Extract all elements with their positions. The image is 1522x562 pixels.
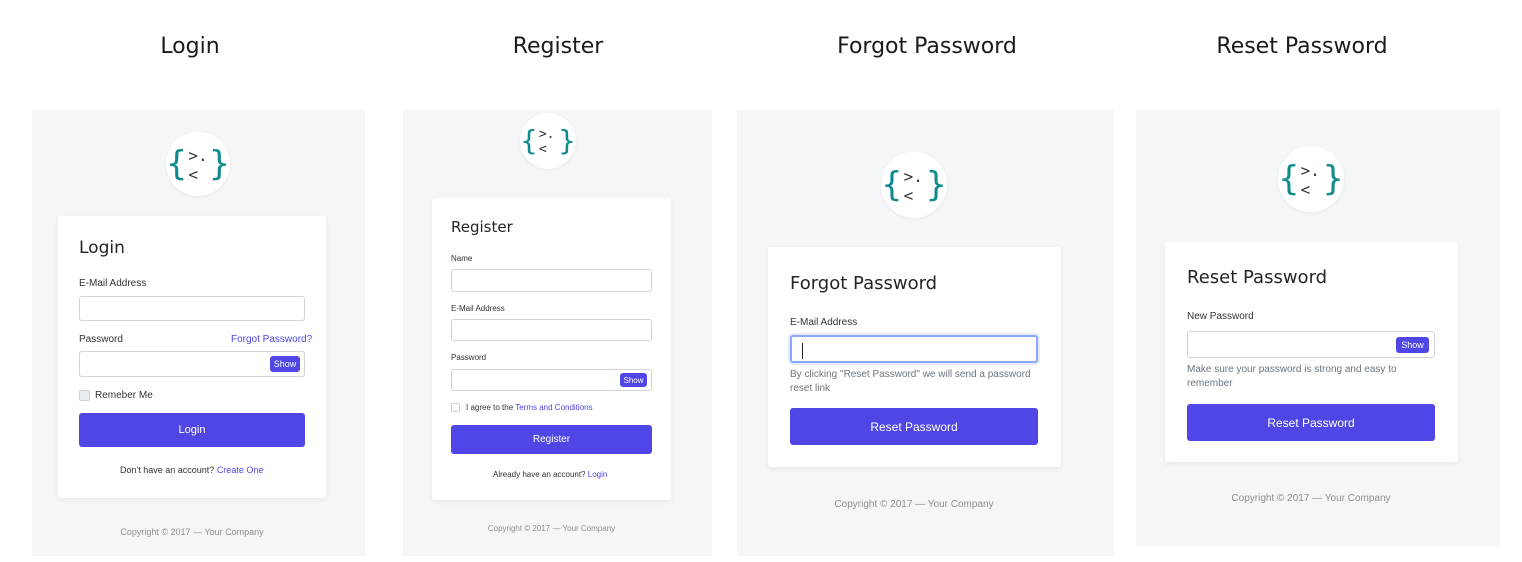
have-account-line: Already have an account? Login — [493, 470, 607, 479]
reset-help-line-1: Make sure your password is strong and ea… — [1187, 364, 1397, 375]
password-label: Password — [451, 353, 487, 362]
no-account-text: Don't have an account? — [120, 465, 215, 475]
brand-logo: {>.<} — [166, 132, 230, 196]
have-account-text: Already have an account? — [493, 470, 586, 479]
brace-right-icon: } — [558, 124, 576, 157]
brace-right-icon: } — [925, 165, 947, 205]
register-button[interactable]: Register — [451, 425, 652, 454]
show-password-button[interactable]: Show — [1396, 337, 1429, 353]
new-password-label: New Password — [1187, 311, 1254, 322]
heading-forgot-password: Forgot Password — [837, 34, 1017, 59]
email-input[interactable] — [79, 296, 305, 321]
forgot-help-text: By clicking "Reset Password" we will sen… — [790, 368, 1031, 396]
forgot-help-line-2: reset link — [790, 383, 831, 394]
create-one-link[interactable]: Create One — [217, 465, 264, 475]
brand-logo: {>.<} — [881, 152, 947, 218]
forgot-footer: Copyright © 2017 — Your Company — [834, 499, 994, 510]
password-input[interactable]: Show — [451, 369, 652, 391]
heading-login: Login — [160, 34, 220, 59]
show-password-button[interactable]: Show — [620, 373, 647, 387]
login-panel: {>.<} Login E-Mail Address Password Forg… — [32, 110, 365, 556]
forgot-panel: {>.<} Forgot Password E-Mail Address By … — [737, 110, 1114, 556]
reset-card: Reset Password New Password Show Make su… — [1165, 242, 1458, 462]
reset-card-title: Reset Password — [1187, 267, 1328, 288]
terms-link[interactable]: Terms and Conditions — [515, 403, 592, 412]
agree-terms-line: I agree to the Terms and Conditions — [466, 403, 593, 412]
heading-register: Register — [512, 34, 604, 59]
email-input[interactable] — [790, 335, 1038, 363]
brace-left-icon: { — [520, 124, 538, 157]
login-button[interactable]: Login — [79, 413, 305, 447]
text-caret — [802, 343, 803, 359]
remember-me-label: Remeber Me — [95, 390, 153, 401]
email-label: E-Mail Address — [790, 317, 858, 328]
login-link[interactable]: Login — [588, 470, 608, 479]
brand-logo: {>.<} — [520, 113, 576, 169]
face-icon: >.< — [1300, 161, 1320, 199]
remember-me-checkbox[interactable] — [79, 390, 90, 401]
register-footer: Copyright © 2017 — Your Company — [487, 524, 616, 533]
name-label: Name — [451, 254, 473, 263]
brand-logo: {>.<} — [1278, 146, 1344, 212]
reset-password-button[interactable]: Reset Password — [1187, 404, 1435, 441]
brace-left-icon: { — [881, 165, 903, 205]
forgot-help-line-1: By clicking "Reset Password" we will sen… — [790, 369, 1031, 380]
reset-footer: Copyright © 2017 — Your Company — [1231, 493, 1391, 504]
register-panel: {>.<} Register Name E-Mail Address Passw… — [403, 110, 712, 556]
brace-left-icon: { — [1278, 159, 1300, 199]
register-card: Register Name E-Mail Address Password Sh… — [432, 198, 671, 500]
password-input[interactable]: Show — [79, 351, 305, 377]
forgot-card-title: Forgot Password — [790, 273, 938, 294]
brace-right-icon: } — [208, 144, 231, 184]
login-footer: Copyright © 2017 — Your Company — [120, 527, 264, 537]
email-label: E-Mail Address — [451, 304, 505, 313]
face-icon: >.< — [538, 127, 555, 157]
password-label: Password — [79, 334, 123, 345]
email-label: E-Mail Address — [79, 278, 147, 289]
login-card: Login E-Mail Address Password Forgot Pas… — [58, 216, 326, 498]
email-input[interactable] — [451, 319, 652, 341]
face-icon: >.< — [188, 146, 208, 184]
heading-reset-password: Reset Password — [1216, 34, 1388, 59]
reset-password-button[interactable]: Reset Password — [790, 408, 1038, 445]
reset-panel: {>.<} Reset Password New Password Show M… — [1136, 110, 1500, 546]
forgot-password-link[interactable]: Forgot Password? — [231, 334, 312, 345]
name-input[interactable] — [451, 269, 652, 292]
no-account-line: Don't have an account? Create One — [120, 465, 263, 475]
agree-terms-checkbox[interactable] — [451, 403, 460, 412]
reset-help-text: Make sure your password is strong and ea… — [1187, 363, 1397, 391]
login-card-title: Login — [79, 238, 125, 258]
brace-left-icon: { — [165, 144, 188, 184]
register-card-title: Register — [451, 218, 513, 236]
forgot-card: Forgot Password E-Mail Address By clicki… — [768, 247, 1061, 467]
brace-right-icon: } — [1322, 159, 1344, 199]
agree-text: I agree to the — [466, 403, 514, 412]
show-password-button[interactable]: Show — [270, 356, 300, 372]
face-icon: >.< — [903, 167, 923, 205]
reset-help-line-2: remember — [1187, 378, 1233, 389]
new-password-input[interactable]: Show — [1187, 331, 1435, 358]
